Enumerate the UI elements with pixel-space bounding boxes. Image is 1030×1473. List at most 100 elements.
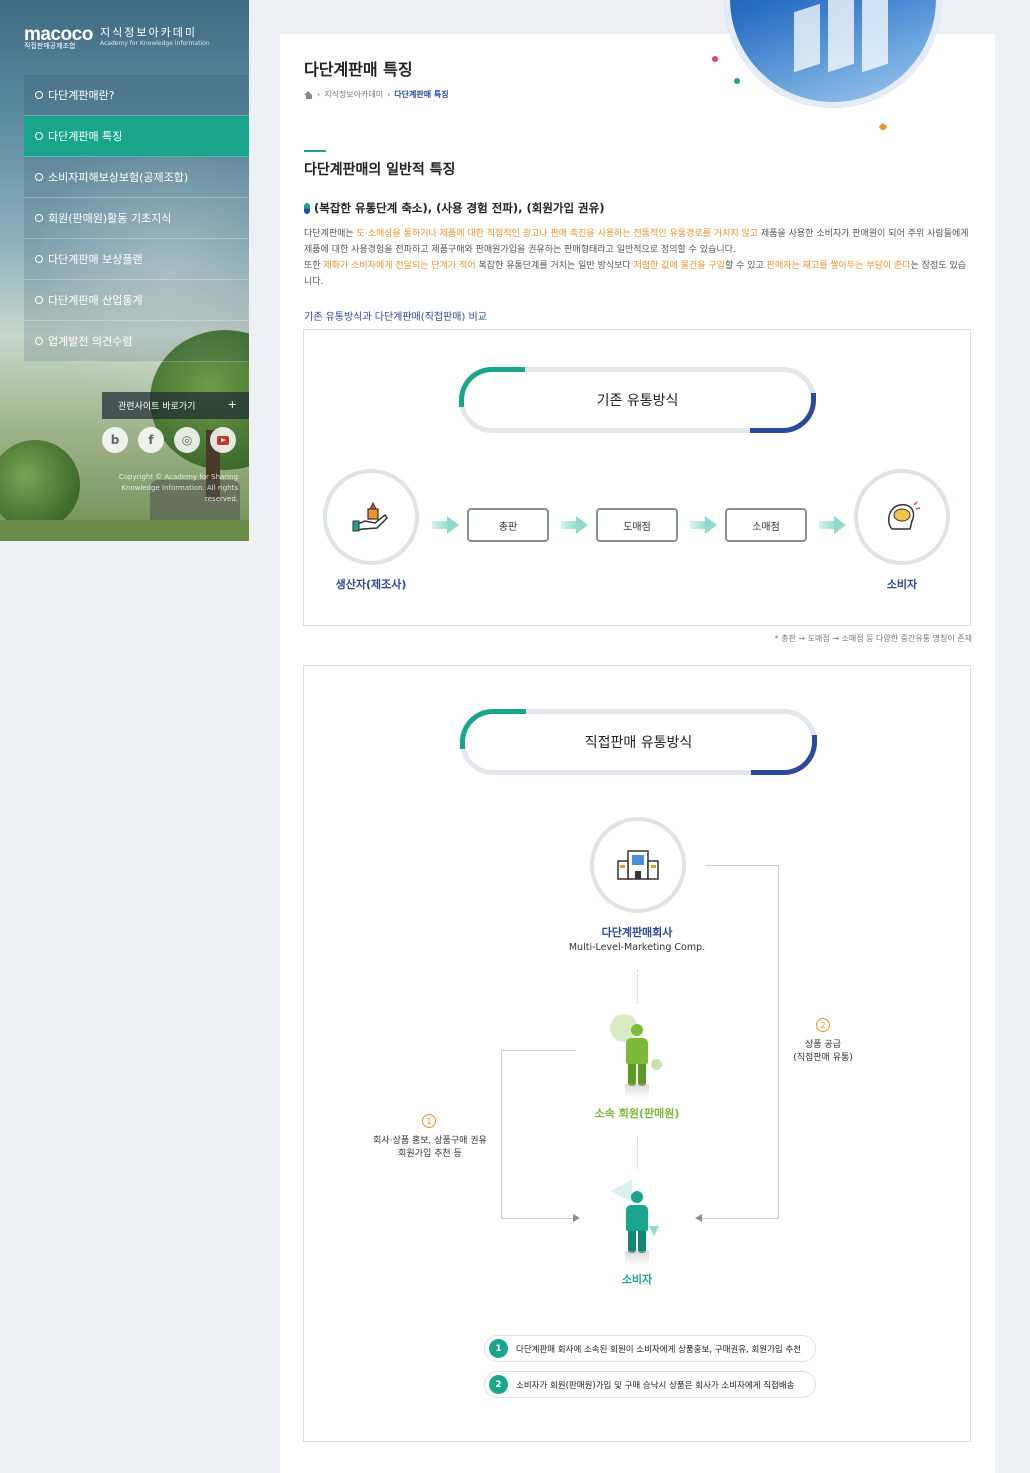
sparkle-dot bbox=[712, 56, 718, 62]
member-figure-icon bbox=[622, 1024, 652, 1098]
breadcrumb-current: 다단계판매 특징 bbox=[394, 90, 449, 99]
sidebar-item-what-is-mlm[interactable]: 다단계판매란? bbox=[24, 75, 249, 116]
sidebar-item-industry-stats[interactable]: 다단계판매 산업통계 bbox=[24, 280, 249, 321]
logo-title: 지식정보아카데미 bbox=[100, 26, 197, 39]
flow-arrow-icon bbox=[561, 516, 591, 534]
producer-node bbox=[323, 469, 419, 565]
social-links: b f ◎ bbox=[102, 427, 236, 453]
related-sites-label: 관련사이트 바로가기 bbox=[118, 402, 196, 412]
logo-subtitle: 직접판매공제조합 bbox=[24, 42, 76, 50]
desc-text: 또한 bbox=[304, 261, 324, 271]
related-sites-button[interactable]: 관련사이트 바로가기 + bbox=[102, 392, 249, 419]
desc-highlight: 제화가 소비자에게 전달되는 단계가 적어 bbox=[323, 261, 476, 271]
bullet-icon bbox=[35, 337, 43, 345]
desc-highlight: 도·소매상을 통하거나 제품에 대한 직접적인 광고나 판매 촉진을 사용하는 … bbox=[356, 229, 759, 239]
sidebar-item-mlm-features[interactable]: 다단계판매 특징 bbox=[24, 116, 249, 157]
sub-title-text: (복잡한 유통단계 축소), (사용 경험 전파), (회원가입 권유) bbox=[314, 201, 605, 215]
sidebar-item-label: 다단계판매 특징 bbox=[48, 130, 123, 143]
legend-text: 다단계판매 회사에 소속된 회원이 소비자에게 상품홍보, 구매권유, 회원가입… bbox=[516, 1344, 802, 1355]
sparkle-dot bbox=[878, 122, 888, 130]
facebook-icon[interactable]: f bbox=[138, 427, 164, 453]
connector-dotted bbox=[637, 970, 638, 1004]
connector-line bbox=[702, 1218, 779, 1219]
header-illustration bbox=[708, 0, 958, 130]
consumer-node bbox=[854, 469, 950, 565]
traditional-distribution-diagram: 기존 유통방식 생산자(제조사) 총판 도매점 소매점 소비자 bbox=[303, 329, 971, 626]
producer-label: 생산자(제조사) bbox=[335, 578, 407, 591]
figure-leg bbox=[628, 1231, 636, 1253]
connector-line bbox=[501, 1050, 576, 1051]
sidebar-item-label: 다단계판매 보상플랜 bbox=[48, 253, 143, 266]
step-distributor: 총판 bbox=[467, 508, 549, 542]
bullet-icon bbox=[35, 132, 43, 140]
figure-head bbox=[631, 1024, 643, 1036]
sidebar-item-member-basics[interactable]: 회원(판매원)활동 기초지식 bbox=[24, 198, 249, 239]
flow-arrow-icon bbox=[690, 516, 720, 534]
home-icon[interactable] bbox=[304, 90, 313, 99]
member-decoration bbox=[651, 1059, 662, 1070]
plus-icon: + bbox=[227, 398, 237, 411]
desc-highlight: 저렴한 값에 물건을 구입 bbox=[633, 261, 725, 271]
pill-accent-green bbox=[459, 367, 525, 407]
diagram-title: 직접판매 유통방식 bbox=[584, 735, 693, 751]
step-wholesaler: 도매점 bbox=[596, 508, 678, 542]
hand-product-icon bbox=[352, 501, 388, 532]
sidebar-item-label: 회원(판매원)활동 기초지식 bbox=[48, 212, 172, 225]
legend-number: 2 bbox=[489, 1375, 508, 1394]
diagram-title-pill: 직접판매 유통방식 bbox=[460, 709, 817, 775]
sidebar-item-opinion[interactable]: 업계발전 의견수렴 bbox=[24, 321, 249, 362]
figure-leg bbox=[638, 1064, 646, 1086]
figure-body bbox=[626, 1038, 648, 1064]
pill-accent-navy bbox=[750, 393, 816, 433]
flow-arrow-icon bbox=[432, 516, 462, 534]
figure-leg bbox=[628, 1064, 636, 1086]
consumer-label: 소비자 bbox=[621, 1273, 653, 1286]
connector-line bbox=[501, 1218, 573, 1219]
youtube-icon[interactable] bbox=[210, 427, 236, 453]
number-badge: 1 bbox=[422, 1114, 436, 1128]
desc-highlight: 판매자는 재고를 쌓아두는 부담이 준다 bbox=[766, 261, 911, 271]
figure-leg bbox=[638, 1231, 646, 1253]
footnote: * 총판 → 도매점 → 소매점 등 다양한 중간유통 명칭이 존재 bbox=[774, 634, 972, 643]
youtube-play-icon bbox=[217, 435, 229, 445]
flow-arrow-icon bbox=[819, 516, 849, 534]
company-label: 다단계판매회사 bbox=[601, 926, 673, 939]
sidebar-item-label: 소비자피해보상보험(공제조합) bbox=[48, 171, 189, 184]
supply-text-line: (직접판매 유통) bbox=[793, 1053, 853, 1063]
breadcrumb-separator: › bbox=[317, 90, 321, 99]
instagram-icon[interactable]: ◎ bbox=[174, 427, 200, 453]
copyright-line-1: Copyright © Academy for Sharing bbox=[118, 473, 238, 481]
diagram-title: 기존 유통방식 bbox=[596, 393, 679, 409]
tree-illustration-left bbox=[0, 440, 80, 530]
copyright: Copyright © Academy for Sharing Knowledg… bbox=[100, 472, 238, 505]
sidebar-item-compensation-plan[interactable]: 다단계판매 보상플랜 bbox=[24, 239, 249, 280]
bullet-icon bbox=[35, 255, 43, 263]
promotion-text: 회사·상품 홍보, 상품구매 권유 회원가입 추천 등 bbox=[350, 1135, 510, 1161]
direct-selling-diagram: 직접판매 유통방식 다단계판매회사 Multi-Level-Marketing … bbox=[303, 665, 971, 1442]
site-logo[interactable]: macoco 지식정보아카데미 직접판매공제조합 Academy for Kno… bbox=[24, 24, 210, 50]
step-retailer: 소매점 bbox=[725, 508, 807, 542]
consumer-head-icon bbox=[887, 501, 921, 530]
breadcrumb-item[interactable]: 지식정보아카데미 bbox=[324, 89, 383, 100]
logo-english-subtitle: Academy for Knowledge Information bbox=[100, 40, 210, 47]
pill-accent-navy bbox=[751, 735, 817, 775]
blog-icon[interactable]: b bbox=[102, 427, 128, 453]
sidebar-item-label: 업계발전 의견수렴 bbox=[48, 335, 133, 348]
arrow-left-icon bbox=[695, 1214, 702, 1222]
section-title: 다단계판매의 일반적 특징 bbox=[304, 162, 456, 178]
sidebar-item-consumer-insurance[interactable]: 소비자피해보상보험(공제조합) bbox=[24, 157, 249, 198]
connector-dotted bbox=[637, 1136, 638, 1170]
content-card: 다단계판매 특징 › 지식정보아카데미 › 다단계판매 특징 다단계판매의 일반… bbox=[280, 0, 995, 1473]
sidebar-menu: 다단계판매란? 다단계판매 특징 소비자피해보상보험(공제조합) 회원(판매원)… bbox=[24, 75, 249, 362]
figure-shadow bbox=[625, 1251, 649, 1265]
figure-head bbox=[631, 1191, 643, 1203]
figure-shadow bbox=[625, 1084, 649, 1098]
member-label: 소속 회원(판매원) bbox=[594, 1107, 680, 1120]
description: 다단계판매는 도·소매상을 통하거나 제품에 대한 직접적인 광고나 판매 촉진… bbox=[304, 226, 969, 290]
figure-body bbox=[626, 1205, 648, 1231]
legend-text: 소비자가 회원(판매원)가입 및 구매 승낙시 상품은 회사가 소비자에게 직접… bbox=[516, 1380, 795, 1391]
desc-text: 할 수 있고 bbox=[724, 261, 767, 271]
number-badge: 2 bbox=[816, 1018, 830, 1032]
breadcrumb-separator: › bbox=[387, 90, 391, 99]
bullet-icon bbox=[35, 296, 43, 304]
